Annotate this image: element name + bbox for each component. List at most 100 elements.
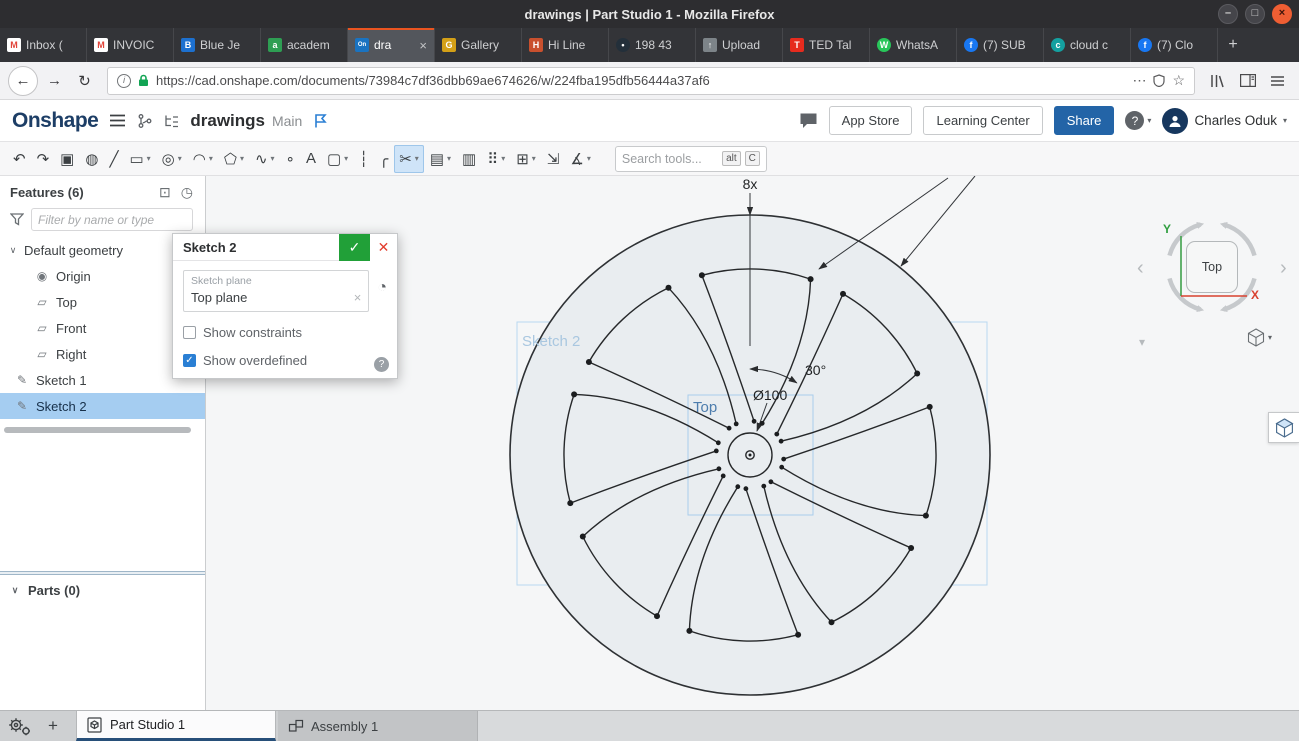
search-tools-input[interactable] — [621, 151, 719, 166]
sketch-vertex[interactable] — [914, 370, 921, 377]
sidebar-toggle-icon[interactable] — [1234, 67, 1261, 94]
sketch-vertex[interactable] — [922, 512, 929, 519]
browser-tab-cloud-c[interactable]: c cloud c — [1044, 28, 1131, 62]
origin-point[interactable] — [748, 453, 752, 457]
sketch-plane-field[interactable]: Sketch plane Top plane × — [183, 270, 370, 312]
more-views-chevron[interactable]: ▾ — [1139, 336, 1145, 348]
share-status-icon[interactable] — [313, 113, 329, 129]
text-icon[interactable]: A — [301, 145, 321, 173]
minimize-button[interactable]: – — [1218, 4, 1238, 24]
sketch-vertex[interactable] — [795, 631, 802, 638]
image-icon[interactable]: ⊞ ▾ — [511, 145, 541, 173]
trim-icon[interactable]: ✂ ▾ — [394, 144, 424, 173]
chevron-down-icon[interactable]: ▾ — [209, 154, 213, 163]
confirm-button[interactable]: ✓ — [339, 233, 370, 261]
chevron-down-icon[interactable]: ▾ — [271, 154, 275, 163]
back-button[interactable]: ← — [8, 65, 38, 96]
onshape-logo[interactable]: Onshape — [12, 109, 99, 133]
filter-input[interactable] — [31, 208, 193, 231]
page-actions-icon[interactable]: ⋯ — [1132, 72, 1146, 89]
checkbox-icon[interactable]: ✓ — [183, 354, 196, 367]
sketch-vertex[interactable] — [751, 418, 757, 424]
pattern-icon[interactable]: ⠿ ▾ — [482, 145, 510, 173]
pattern-count-dimension[interactable]: 8x — [743, 176, 758, 192]
help-menu[interactable]: ? ▾ — [1125, 111, 1151, 130]
browser-tab-7-sub[interactable]: f (7) SUB — [957, 28, 1044, 62]
clock-icon[interactable]: ◔ — [377, 279, 387, 297]
sketch-vertex[interactable] — [807, 276, 814, 283]
spline-icon[interactable]: ∿ ▾ — [250, 145, 280, 173]
sketch-vertex[interactable] — [768, 479, 774, 485]
app-store-button[interactable]: App Store — [828, 106, 913, 135]
browser-tab-inbox[interactable]: M Inbox ( — [0, 28, 87, 62]
sketch-vertex[interactable] — [698, 272, 705, 279]
manage-tabs-gear-icon[interactable] — [0, 711, 38, 741]
maximize-button[interactable]: □ — [1245, 4, 1265, 24]
undo-icon[interactable]: ↶ — [8, 145, 31, 173]
view-cube[interactable]: Top Y X ‹ › ▾ ▾ — [1135, 184, 1295, 359]
help-icon[interactable]: ? — [374, 357, 389, 372]
comment-icon[interactable] — [799, 112, 818, 129]
feature-item-sketch-2[interactable]: ✎ Sketch 2 — [0, 393, 205, 419]
construction-icon[interactable]: ┆ — [354, 145, 373, 173]
search-tools-box[interactable]: alt C — [614, 145, 767, 172]
sketch-vertex[interactable] — [733, 421, 739, 427]
versions-icon[interactable] — [137, 113, 153, 129]
sketch-vertex[interactable] — [908, 545, 915, 551]
close-button[interactable]: × — [1272, 4, 1292, 24]
filter-funnel-icon[interactable] — [10, 213, 24, 226]
rotate-left-chevron[interactable]: ‹ — [1137, 258, 1144, 278]
checkbox-show-overdefined[interactable]: ✓ Show overdefined — [183, 353, 387, 368]
rectangle-icon[interactable]: ▭ ▾ — [124, 145, 155, 173]
diameter-dimension[interactable]: Ø100 — [753, 387, 787, 403]
new-tab-button[interactable]: + — [1218, 28, 1248, 62]
polygon-icon[interactable]: ⬠ ▾ — [219, 145, 249, 173]
sketch-vertex[interactable] — [571, 391, 578, 398]
line-icon[interactable]: ╱ — [104, 145, 123, 173]
sketch-vertex[interactable] — [686, 627, 693, 634]
tab-part-studio-1[interactable]: Part Studio 1 — [76, 711, 276, 741]
url-bar[interactable]: i https://cad.onshape.com/documents/7398… — [107, 66, 1195, 95]
collapse-caret-icon[interactable]: ∨ — [10, 585, 20, 596]
slot-icon[interactable]: ▢ ▾ — [322, 145, 353, 173]
chevron-down-icon[interactable]: ▾ — [415, 154, 419, 163]
copy-icon[interactable]: ▣ — [55, 145, 79, 173]
sketch-vertex[interactable] — [716, 466, 722, 472]
browser-tab-dra[interactable]: On dra × — [348, 28, 435, 62]
chevron-down-icon[interactable]: ▾ — [178, 154, 182, 163]
browser-tab-invoic[interactable]: M INVOIC — [87, 28, 174, 62]
view-cube-menu[interactable]: ▾ — [1247, 328, 1272, 347]
browser-tab-hi-line[interactable]: H Hi Line — [522, 28, 609, 62]
sketch-vertex[interactable] — [759, 420, 765, 426]
user-menu[interactable]: Charles Oduk ▾ — [1162, 107, 1287, 134]
browser-tab-gallery[interactable]: G Gallery — [435, 28, 522, 62]
circle-icon[interactable]: ◎ ▾ — [157, 145, 187, 173]
tab-assembly-1[interactable]: Assembly 1 — [278, 711, 478, 741]
sketch-vertex[interactable] — [726, 425, 732, 431]
chevron-down-icon[interactable]: ▾ — [447, 154, 451, 163]
new-element-tab-button[interactable]: + — [38, 711, 68, 741]
forward-button[interactable]: → — [41, 67, 68, 94]
point-icon[interactable]: ∘ — [281, 145, 300, 173]
fit-icon[interactable]: ⇲ — [542, 145, 565, 173]
shield-icon[interactable] — [1153, 74, 1166, 87]
sketch-vertex[interactable] — [779, 464, 785, 470]
sketch-vertex[interactable] — [715, 440, 721, 446]
checkbox-icon[interactable] — [183, 326, 196, 339]
library-icon[interactable] — [1204, 67, 1231, 94]
sketch-vertex[interactable] — [654, 613, 660, 620]
redo-icon[interactable]: ↷ — [32, 145, 55, 173]
display-states-icon[interactable]: ⊡ — [159, 184, 171, 201]
sketch-vertex[interactable] — [761, 483, 767, 489]
refresh-button[interactable]: ↻ — [71, 67, 98, 94]
sketch-vertex[interactable] — [665, 284, 672, 291]
sphere-icon[interactable]: ◍ — [80, 145, 103, 173]
ruler-icon[interactable]: ▥ — [457, 145, 481, 173]
chevron-down-icon[interactable]: ▾ — [587, 154, 591, 163]
chevron-down-icon[interactable]: ▾ — [532, 154, 536, 163]
window-titlebar[interactable]: drawings | Part Studio 1 - Mozilla Firef… — [0, 0, 1299, 28]
sketch-vertex[interactable] — [781, 456, 787, 462]
browser-tab-blue-je[interactable]: B Blue Je — [174, 28, 261, 62]
cancel-button[interactable]: ✕ — [370, 233, 397, 261]
sketch-vertex[interactable] — [585, 359, 592, 365]
